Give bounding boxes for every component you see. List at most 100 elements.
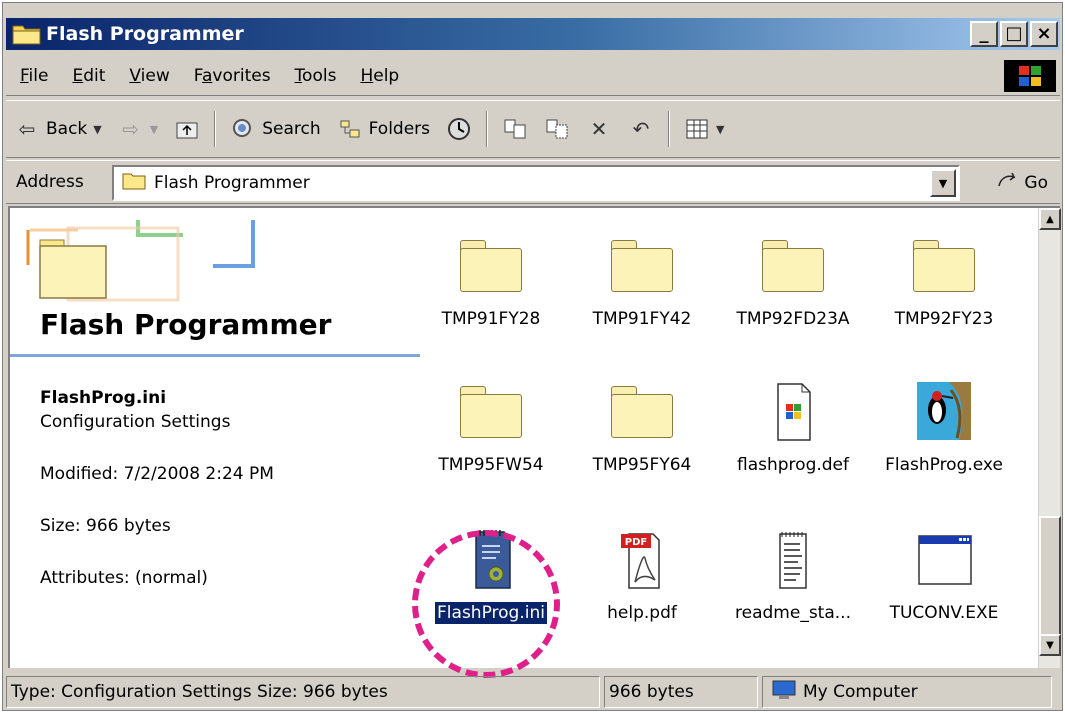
web-view-pane: Flash Programmer FlashProg.ini Configura… [10,208,420,668]
search-button[interactable]: Search [222,109,328,149]
pdf-file-icon: PDF [621,533,660,589]
scroll-up-button[interactable]: ▲ [1039,208,1061,230]
scroll-thumb[interactable] [1039,516,1061,636]
folder-title: Flash Programmer [40,308,332,341]
up-folder-button[interactable] [166,109,208,149]
svg-text:PDF: PDF [625,537,647,548]
file-item-label: TMP95FY64 [592,455,692,475]
title-bar[interactable]: Flash Programmer _ □ × [6,18,1060,50]
status-bar: Type: Configuration Settings Size: 966 b… [6,676,1060,710]
back-label: Back [46,119,88,139]
file-item-label: TMP95FW54 [438,455,544,475]
maximize-button[interactable]: □ [1000,21,1028,47]
selected-file-modified: Modified: 7/2/2008 2:24 PM [40,464,274,484]
menu-bar: File Edit View Favorites Tools Help [6,56,1060,96]
file-item[interactable]: TUCONV.EXE [869,528,1019,624]
file-item[interactable]: TMP92FY23 [869,234,1019,330]
menu-favorites-label: Favorites [193,65,271,86]
address-bar: Address Flash Programmer ▼ Go [6,160,1060,204]
file-item-label: help.pdf [607,603,677,623]
menu-tools[interactable]: Tools [295,66,337,86]
divider [10,354,420,357]
back-arrow-icon: ⇦ [18,117,36,141]
highlight-annotation [412,530,560,678]
folder-icon [762,240,824,292]
file-item[interactable]: FlashProg.exe [869,380,1019,476]
history-button[interactable] [438,109,480,149]
windows-file-icon [777,383,811,441]
chevron-down-icon[interactable]: ▼ [150,123,158,136]
minimize-button[interactable]: _ [970,21,998,47]
folder-icon [122,171,146,196]
copy-to-icon [544,116,570,142]
move-to-button[interactable] [494,109,536,149]
menu-edit[interactable]: Edit [72,66,105,86]
file-item[interactable]: flashprog.def [718,380,868,476]
scroll-down-button[interactable]: ▼ [1039,634,1061,656]
computer-icon [771,679,797,706]
delete-x-icon: ✕ [590,117,608,141]
file-item[interactable]: TMP91FY28 [416,234,566,330]
go-button[interactable]: Go [996,169,1048,196]
search-icon [230,116,256,142]
woodpecker-app-icon [917,382,971,440]
menu-edit-label: Edit [72,65,106,86]
close-button[interactable]: × [1030,21,1058,47]
views-grid-icon [684,116,710,142]
window-title: Flash Programmer [46,23,244,45]
file-item[interactable]: TMP91FY42 [567,234,717,330]
folder-icon [12,22,42,46]
go-label: Go [1024,172,1048,193]
address-input[interactable]: Flash Programmer ▼ [112,165,960,201]
toolbar: ⇦ Back ▼ ⇨ ▼ Search Folders ✕ ↶ ▼ [6,100,1060,158]
file-item-label: FlashProg.exe [885,455,1003,475]
views-button[interactable]: ▼ [676,109,732,149]
file-item-label: TMP91FY42 [592,309,692,329]
status-size: 966 bytes [604,676,758,708]
history-clock-icon [446,116,472,142]
folder-icon [611,386,673,438]
chevron-down-icon[interactable]: ▼ [716,123,724,136]
toolbar-divider [214,111,217,147]
chevron-down-icon[interactable]: ▼ [93,123,101,136]
menu-tools-label: Tools [294,65,337,86]
menu-view-label: View [129,65,170,86]
move-to-icon [502,116,528,142]
delete-button[interactable]: ✕ [578,109,620,149]
status-zone-label: My Computer [803,682,918,702]
status-info: Type: Configuration Settings Size: 966 b… [6,676,600,708]
menu-help[interactable]: Help [360,66,399,86]
toolbar-divider [486,111,489,147]
forward-button[interactable]: ⇨ ▼ [110,109,166,149]
forward-arrow-icon: ⇨ [122,117,140,141]
undo-button[interactable]: ↶ [620,109,662,149]
address-dropdown-button[interactable]: ▼ [930,169,956,197]
menu-favorites[interactable]: Favorites [194,66,271,86]
vertical-scrollbar[interactable]: ▲ ▼ [1038,208,1061,668]
file-item-label: TMP91FY28 [441,309,541,329]
folders-button[interactable]: Folders [329,109,438,149]
selected-file-size: Size: 966 bytes [40,516,171,536]
go-arrow-icon [996,169,1020,196]
copy-to-button[interactable] [536,109,578,149]
file-item[interactable]: readme_sta... [718,528,868,624]
file-item[interactable]: TMP95FY64 [567,380,717,476]
menu-file[interactable]: File [20,66,48,86]
file-item[interactable]: PDF help.pdf [567,528,717,624]
selected-file-name: FlashProg.ini [40,388,167,408]
text-file-icon [779,532,807,589]
folder-icon [611,240,673,292]
menu-view[interactable]: View [129,66,169,86]
back-button[interactable]: ⇦ Back ▼ [6,109,110,149]
folders-tree-icon [337,116,363,142]
address-label: Address [16,172,84,192]
window-app-icon [918,535,972,585]
file-item[interactable]: TMP92FD23A [718,234,868,330]
folder-icon [913,240,975,292]
file-item-label: TMP92FY23 [894,309,994,329]
file-item-label: readme_sta... [735,603,851,623]
address-value: Flash Programmer [154,173,310,193]
file-item[interactable]: TMP95FW54 [416,380,566,476]
file-item-label: TMP92FD23A [736,309,850,329]
menu-file-label: File [20,65,49,86]
